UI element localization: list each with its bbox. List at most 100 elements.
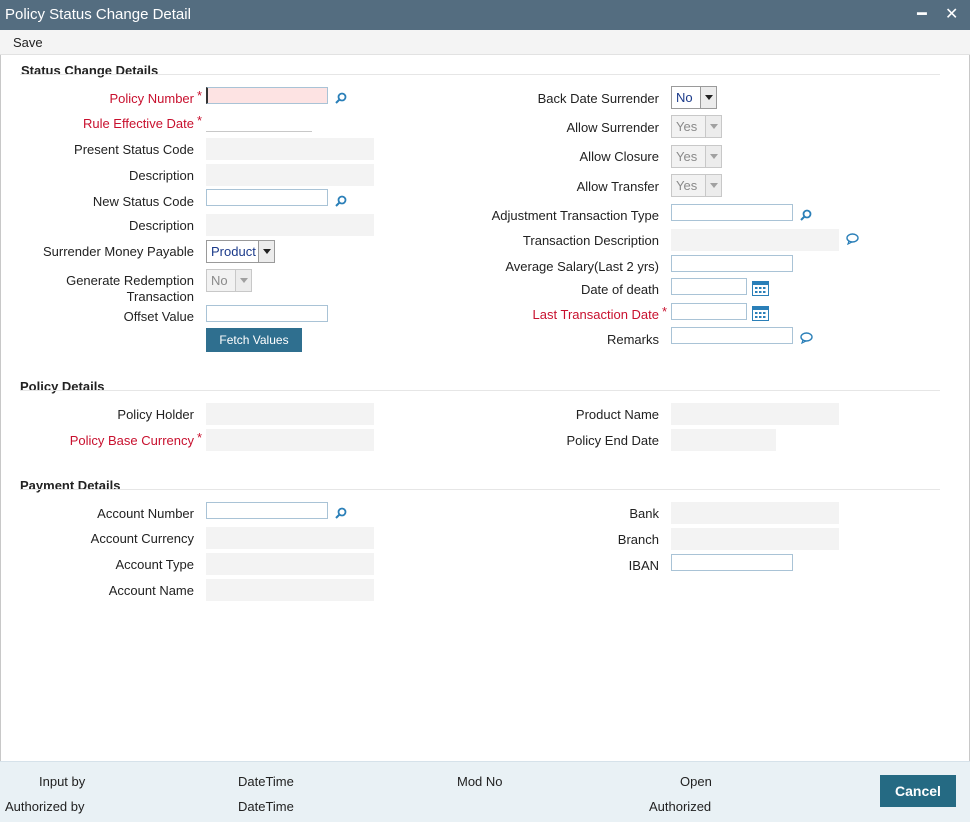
offset-value-input[interactable] [206, 305, 328, 322]
authorized-by-label: Authorized by [5, 799, 85, 814]
calendar-icon[interactable] [752, 306, 769, 321]
window-title: Policy Status Change Detail [5, 6, 191, 23]
rule-effective-date-label: Rule Effective Date [82, 116, 194, 131]
chevron-down-icon[interactable] [258, 241, 274, 262]
chevron-down-icon [705, 175, 721, 196]
chevron-down-icon [705, 146, 721, 167]
input-by-label: Input by [39, 774, 86, 789]
section-divider [20, 74, 940, 75]
toolbar: Save [0, 30, 970, 55]
chevron-down-icon [705, 116, 721, 137]
policy-end-date-field [671, 429, 776, 451]
section-title-status-change: Status Change Details [21, 63, 159, 78]
adjustment-transaction-type-input[interactable] [671, 204, 793, 221]
allow-transfer-select: Yes [671, 174, 722, 197]
rule-effective-date-input[interactable] [206, 115, 312, 132]
policy-number-input[interactable] [206, 87, 328, 104]
account-currency-label: Account Currency [90, 531, 194, 546]
branch-label: Branch [617, 532, 659, 547]
date-of-death-label: Date of death [580, 282, 659, 297]
date-of-death-input[interactable] [671, 278, 747, 295]
description-label: Description [128, 168, 194, 183]
account-type-label: Account Type [115, 557, 194, 572]
policy-number-label: Policy Number [109, 91, 194, 106]
cancel-button[interactable]: Cancel [880, 775, 956, 807]
speech-bubble-icon[interactable] [800, 332, 813, 344]
iban-input[interactable] [671, 554, 793, 571]
account-number-label: Account Number [97, 506, 194, 521]
mod-no-label: Mod No [457, 774, 503, 789]
present-status-code-label: Present Status Code [74, 142, 194, 157]
search-icon[interactable] [335, 507, 347, 519]
policy-holder-label: Policy Holder [117, 407, 194, 422]
generate-redemption-value: No [211, 273, 228, 288]
remarks-label: Remarks [606, 332, 659, 347]
surrender-money-payable-select[interactable]: Product [206, 240, 275, 263]
policy-base-currency-label: Policy Base Currency [69, 433, 194, 448]
transaction-description-label: Transaction Description [522, 233, 659, 248]
search-icon[interactable] [335, 195, 347, 207]
required-mark: * [662, 304, 668, 319]
policy-holder-field [206, 403, 374, 425]
section-divider [20, 489, 940, 490]
account-name-label: Account Name [108, 583, 194, 598]
section-divider [20, 390, 940, 391]
required-mark: * [197, 430, 203, 445]
fetch-values-button[interactable]: Fetch Values [206, 328, 302, 352]
generate-redemption-select: No [206, 269, 252, 292]
average-salary-input[interactable] [671, 255, 793, 272]
present-status-code-field [206, 138, 374, 160]
open-status-label: Open [680, 774, 712, 789]
new-status-code-input[interactable] [206, 189, 328, 206]
new-status-description-label: Description [128, 218, 194, 233]
allow-surrender-label: Allow Surrender [566, 120, 660, 135]
back-date-surrender-value: No [676, 90, 693, 105]
bank-label: Bank [629, 506, 659, 521]
account-type-field [206, 553, 374, 575]
account-currency-field [206, 527, 374, 549]
speech-bubble-icon[interactable] [846, 233, 859, 245]
required-mark: * [197, 113, 203, 128]
transaction-description-field [671, 229, 839, 251]
account-name-field [206, 579, 374, 601]
allow-closure-value: Yes [676, 149, 698, 164]
description-field [206, 164, 374, 186]
new-status-description-field [206, 214, 374, 236]
allow-surrender-value: Yes [676, 119, 698, 134]
section-title-payment-details: Payment Details [20, 478, 121, 493]
required-mark: * [197, 88, 203, 103]
input-datetime-label: DateTime [238, 774, 294, 789]
allow-closure-label: Allow Closure [579, 149, 659, 164]
allow-transfer-value: Yes [676, 178, 698, 193]
average-salary-label: Average Salary(Last 2 yrs) [505, 259, 659, 274]
section-title-policy-details: Policy Details [20, 379, 105, 394]
adjustment-transaction-type-label: Adjustment Transaction Type [491, 208, 659, 223]
window-titlebar: Policy Status Change Detail ━ ✕ [0, 0, 970, 30]
calendar-icon[interactable] [752, 281, 769, 296]
branch-field [671, 528, 839, 550]
chevron-down-icon[interactable] [700, 87, 716, 108]
audit-footer [0, 761, 970, 822]
save-button[interactable]: Save [13, 35, 43, 50]
surrender-money-payable-value: Product [211, 244, 256, 259]
bank-field [671, 502, 839, 524]
allow-transfer-label: Allow Transfer [576, 179, 659, 194]
last-transaction-date-input[interactable] [671, 303, 747, 320]
product-name-label: Product Name [575, 407, 659, 422]
policy-end-date-label: Policy End Date [566, 433, 660, 448]
iban-label: IBAN [628, 558, 659, 573]
policy-base-currency-field [206, 429, 374, 451]
last-transaction-date-label: Last Transaction Date [532, 307, 659, 322]
account-number-input[interactable] [206, 502, 328, 519]
offset-value-label: Offset Value [123, 309, 194, 324]
remarks-input[interactable] [671, 327, 793, 344]
minimize-icon[interactable]: ━ [917, 4, 927, 24]
allow-surrender-select: Yes [671, 115, 722, 138]
back-date-surrender-select[interactable]: No [671, 86, 717, 109]
search-icon[interactable] [335, 92, 347, 104]
authorized-datetime-label: DateTime [238, 799, 294, 814]
search-icon[interactable] [800, 209, 812, 221]
close-icon[interactable]: ✕ [945, 4, 958, 24]
authorized-status-label: Authorized [649, 799, 712, 814]
surrender-money-payable-label: Surrender Money Payable [42, 244, 194, 259]
